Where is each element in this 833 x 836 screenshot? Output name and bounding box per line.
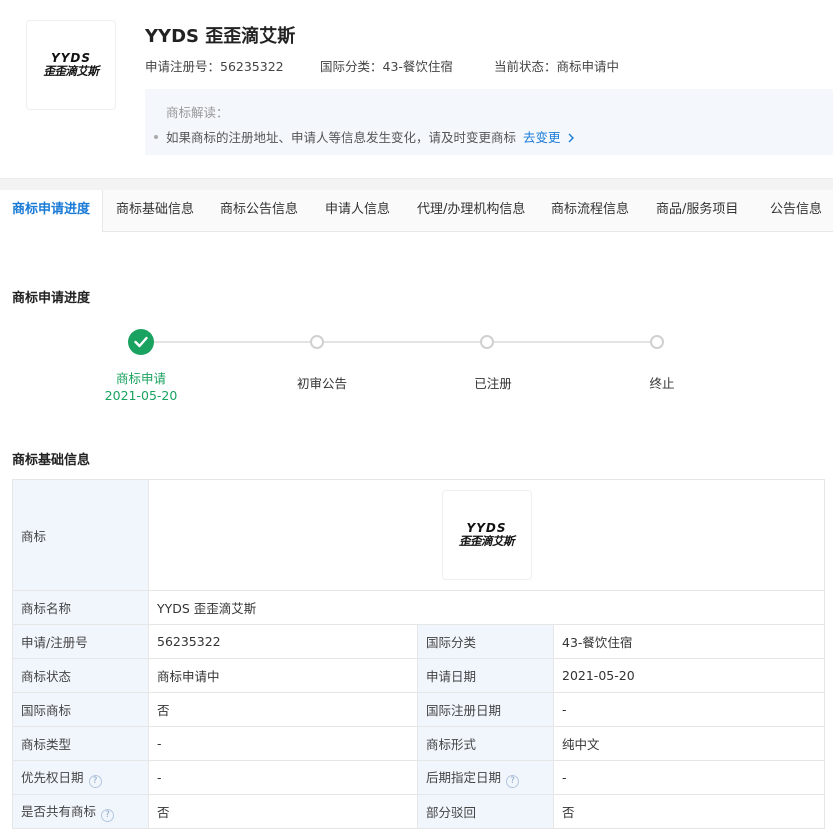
logo-key: 商标	[12, 479, 149, 591]
cell-key: 部分驳回	[417, 794, 554, 829]
cell-key: 国际商标	[12, 692, 149, 727]
step-label-preliminary: 初审公告	[296, 376, 347, 391]
tab-announcement-info[interactable]: 商标公告信息	[220, 190, 298, 231]
table-row: 商标名称 YYDS 歪歪滴艾斯	[12, 590, 826, 625]
cell-value: 否	[148, 692, 418, 727]
cell-value: 43-餐饮住宿	[552, 624, 826, 659]
tab-process-info[interactable]: 商标流程信息	[551, 190, 629, 231]
trademark-logo: YYDS 歪歪滴艾斯	[26, 20, 116, 110]
progress-track	[141, 341, 658, 343]
tab-application-progress[interactable]: 商标申请进度	[0, 190, 104, 232]
cell-key: 申请日期	[417, 658, 554, 693]
step-label-apply: 商标申请	[115, 371, 166, 386]
basic-section-title: 商标基础信息	[12, 453, 91, 468]
name-value: YYDS 歪歪滴艾斯	[147, 590, 826, 625]
trademark-tip-box: 商标解读： 如果商标的注册地址、申请人等信息发生变化，请及时变更商标 去变更	[145, 89, 833, 155]
trademark-header: YYDS 歪歪滴艾斯 YYDS 歪歪滴艾斯 申请注册号：56235322 国际分…	[0, 0, 833, 178]
logo-text-line2: 歪歪滴艾斯	[459, 534, 515, 548]
cell-value: 否	[148, 794, 418, 829]
step-label-terminated: 终止	[649, 376, 675, 391]
cell-value: -	[552, 692, 826, 727]
tab-applicant-info[interactable]: 申请人信息	[325, 190, 390, 231]
bullet-dot	[154, 134, 158, 139]
tip-text: 如果商标的注册地址、申请人等信息发生变化，请及时变更商标	[166, 130, 517, 145]
current-status: 当前状态：商标申请中	[494, 59, 620, 74]
shared-trademark-label: 是否共有商标	[21, 804, 97, 820]
step-done-icon	[128, 329, 154, 355]
question-circle-icon[interactable]: ?	[88, 774, 102, 788]
table-row: 是否共有商标? 否 部分驳回 否	[12, 794, 826, 829]
priority-date-label: 优先权日期	[21, 770, 84, 786]
cell-value: 纯中文	[552, 726, 826, 761]
trademark-logo-image: YYDS 歪歪滴艾斯	[441, 490, 532, 580]
tab-bar: 商标申请进度 商标基础信息 商标公告信息 申请人信息 代理/办理机构信息 商标流…	[0, 190, 833, 232]
table-row: 商标类型 - 商标形式 纯中文	[12, 726, 826, 761]
check-icon	[134, 336, 148, 348]
tip-title: 商标解读：	[166, 105, 229, 120]
section-divider	[0, 178, 833, 190]
cell-key: 优先权日期?	[12, 760, 149, 795]
cell-key: 申请/注册号	[12, 624, 149, 659]
trademark-title: YYDS 歪歪滴艾斯	[145, 26, 296, 47]
cell-value: 56235322	[148, 624, 418, 659]
chevron-right-icon	[568, 133, 574, 143]
table-row: 商标 YYDS 歪歪滴艾斯	[12, 479, 826, 591]
cell-value: -	[552, 760, 826, 795]
step-date-apply: 2021-05-20	[104, 388, 178, 403]
change-link[interactable]: 去变更	[523, 127, 575, 146]
cell-value: 2021-05-20	[552, 658, 826, 693]
later-designation-label: 后期指定日期	[426, 770, 502, 786]
cell-value: -	[148, 760, 418, 795]
reg-number: 申请注册号：56235322	[145, 59, 284, 74]
cell-key: 国际注册日期	[417, 692, 554, 727]
progress-section-title: 商标申请进度	[12, 291, 91, 306]
basic-info-table: 商标 YYDS 歪歪滴艾斯 商标名称 YYDS 歪歪滴艾斯 申请/注册号 562…	[12, 479, 826, 829]
question-circle-icon[interactable]: ?	[101, 808, 115, 822]
tab-goods-services[interactable]: 商品/服务项目	[656, 190, 738, 231]
step-node-registered	[480, 335, 494, 349]
logo-value: YYDS 歪歪滴艾斯	[147, 479, 826, 591]
table-row: 申请/注册号 56235322 国际分类 43-餐饮住宿	[12, 624, 826, 659]
cell-value: -	[148, 726, 418, 761]
tab-notice-info[interactable]: 公告信息	[770, 190, 822, 231]
step-node-preliminary	[310, 335, 324, 349]
cell-key: 是否共有商标?	[12, 794, 149, 829]
intl-class: 国际分类：43-餐饮住宿	[320, 59, 453, 74]
cell-value: 否	[552, 794, 826, 829]
table-row: 国际商标 否 国际注册日期 -	[12, 692, 826, 727]
table-row: 优先权日期? - 后期指定日期? -	[12, 760, 826, 795]
cell-key: 后期指定日期?	[417, 760, 554, 795]
cell-value: 商标申请中	[148, 658, 418, 693]
cell-key: 商标形式	[417, 726, 554, 761]
logo-text-line2: 歪歪滴艾斯	[43, 64, 100, 78]
question-circle-icon[interactable]: ?	[506, 774, 520, 788]
table-row: 商标状态 商标申请中 申请日期 2021-05-20	[12, 658, 826, 693]
name-key: 商标名称	[12, 590, 149, 625]
tab-agency-info[interactable]: 代理/办理机构信息	[417, 190, 525, 231]
step-node-terminated	[650, 335, 664, 349]
cell-key: 商标类型	[12, 726, 149, 761]
tip-line: 如果商标的注册地址、申请人等信息发生变化，请及时变更商标 去变更	[154, 127, 575, 146]
step-label-registered: 已注册	[474, 376, 512, 391]
cell-key: 国际分类	[417, 624, 554, 659]
cell-key: 商标状态	[12, 658, 149, 693]
change-link-label: 去变更	[523, 130, 561, 145]
tab-basic-info[interactable]: 商标基础信息	[116, 190, 194, 231]
